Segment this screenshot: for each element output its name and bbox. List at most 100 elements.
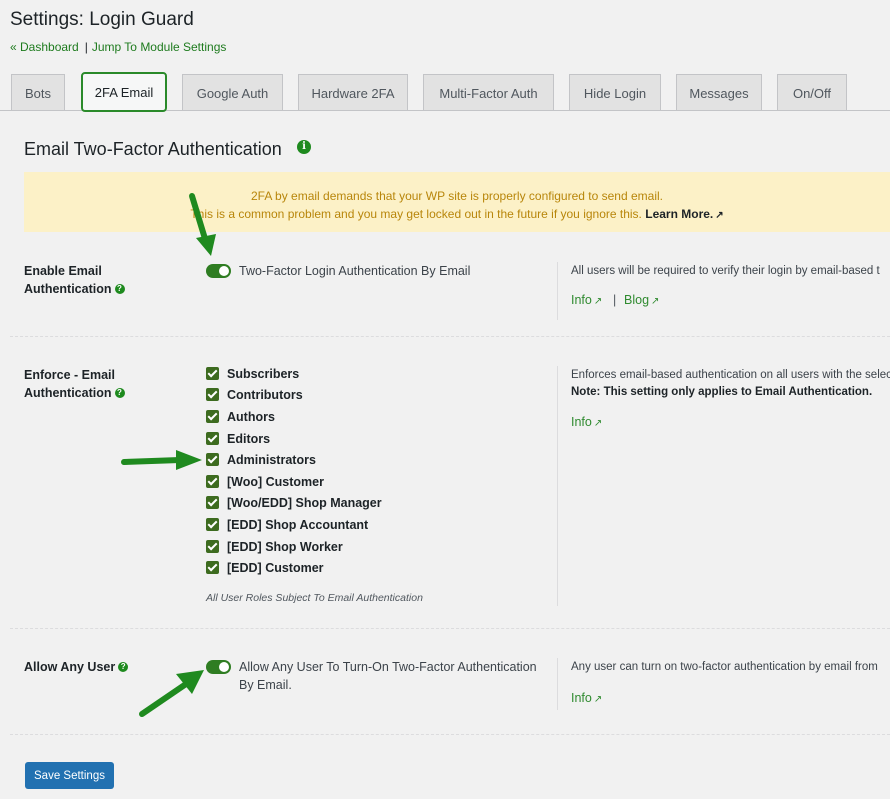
tab-bots[interactable]: Bots [11, 74, 65, 110]
role-label: [EDD] Shop Accountant [227, 518, 369, 532]
info-link-label: Info [571, 293, 592, 307]
option-line-2: By Email. [239, 678, 292, 692]
link-separator: | [613, 293, 617, 307]
breadcrumb-separator: | [84, 40, 88, 54]
role-contributors[interactable]: Contributors [206, 388, 303, 404]
help-icon[interactable]: ? [114, 388, 125, 398]
tab-hardware-2fa[interactable]: Hardware 2FA [298, 74, 408, 110]
checkbox[interactable] [206, 410, 219, 423]
enforce-hint: All User Roles Subject To Email Authenti… [206, 592, 423, 604]
role-authors[interactable]: Authors [206, 410, 275, 426]
toggle-knob [219, 662, 229, 672]
label-line-1: Enforce - Email [24, 368, 115, 382]
breadcrumb-module-settings-link[interactable]: Jump To Module Settings [92, 40, 227, 54]
enforce-note: Note: This setting only applies to Email… [571, 383, 872, 401]
external-link-icon: ↗ [593, 694, 603, 705]
section-title: Email Two-Factor Authentication [24, 139, 282, 159]
option-line-1: Allow Any User To Turn-On Two-Factor Aut… [239, 660, 537, 674]
info-link-label: Info [571, 415, 592, 429]
page-title: Settings: Login Guard [10, 9, 194, 30]
help-icon[interactable]: ? [114, 284, 125, 294]
checkbox[interactable] [206, 367, 219, 380]
allow-any-info-link[interactable]: Info ↗ [571, 691, 602, 705]
role-label: [Woo] Customer [227, 475, 324, 489]
column-divider [557, 366, 558, 606]
label-line-2: Authentication? [24, 280, 125, 298]
notice-line-1: 2FA by email demands that your WP site i… [251, 189, 663, 203]
external-link-icon: ↗ [593, 296, 603, 307]
checkbox[interactable] [206, 561, 219, 574]
role-editors[interactable]: Editors [206, 432, 270, 448]
column-divider [557, 658, 558, 710]
tab-bar: Bots 2FA Email Google Auth Hardware 2FA … [11, 72, 890, 112]
role-label: Administrators [227, 453, 316, 467]
section-divider [10, 628, 890, 629]
role-shop-accountant[interactable]: [EDD] Shop Accountant [206, 518, 368, 534]
allow-any-user-label-text: Allow Any User [24, 660, 116, 674]
blog-link-label: Blog [624, 293, 650, 307]
role-label: Editors [227, 432, 271, 446]
allow-any-user-option[interactable]: Allow Any User To Turn-On Two-Factor Aut… [239, 658, 537, 694]
role-label: Contributors [227, 388, 303, 402]
label-line-1: Enable Email [24, 264, 102, 278]
enforce-info-link[interactable]: Info ↗ [571, 415, 602, 429]
tab-hide-login[interactable]: Hide Login [569, 74, 661, 110]
info-link-label: Info [571, 691, 592, 705]
label-line-2: Authentication? [24, 384, 125, 402]
section-divider [10, 734, 890, 735]
enforce-note-text: Note: This setting only applies to Email… [571, 386, 873, 398]
role-label: Authors [227, 410, 275, 424]
tab-on-off[interactable]: On/Off [777, 74, 847, 110]
toggle-knob [219, 266, 229, 276]
notice-line-2-text: This is a common problem and you may get… [190, 207, 642, 221]
tab-google-auth[interactable]: Google Auth [182, 74, 283, 110]
column-divider [557, 262, 558, 320]
arrow-annotation-icon [189, 193, 216, 256]
role-shop-worker[interactable]: [EDD] Shop Worker [206, 540, 343, 556]
tab-multi-factor-auth[interactable]: Multi-Factor Auth [423, 74, 554, 110]
breadcrumb-dashboard-link[interactable]: « Dashboard [10, 40, 79, 54]
learn-more-link[interactable]: Learn More. ↗ [645, 207, 723, 221]
allow-any-user-description: Any user can turn on two-factor authenti… [571, 661, 878, 673]
enable-blog-link[interactable]: Blog ↗ [624, 293, 659, 307]
allow-any-user-label: Allow Any User? [24, 658, 129, 676]
enable-email-auth-label: Enable Email Authentication? [24, 262, 125, 298]
enable-info-link[interactable]: Info ↗ [571, 293, 602, 307]
enforce-email-auth-label: Enforce - Email Authentication? [24, 366, 125, 402]
role-subscribers[interactable]: Subscribers [206, 367, 299, 383]
checkbox[interactable] [206, 388, 219, 401]
role-shop-manager[interactable]: [Woo/EDD] Shop Manager [206, 496, 382, 512]
role-label: [EDD] Shop Worker [227, 540, 343, 554]
external-link-icon: ↗ [651, 296, 660, 307]
checkbox[interactable] [206, 432, 219, 445]
info-icon[interactable]: i [297, 140, 311, 154]
external-link-icon: ↗ [715, 210, 724, 221]
warning-notice: 2FA by email demands that your WP site i… [24, 172, 890, 232]
save-settings-button[interactable]: Save Settings [25, 762, 114, 789]
enable-email-auth-option[interactable]: Two-Factor Login Authentication By Email [239, 262, 470, 280]
enable-email-auth-description: All users will be required to verify the… [571, 265, 880, 277]
help-icon[interactable]: ? [118, 662, 129, 672]
tab-messages[interactable]: Messages [676, 74, 762, 110]
tab-2fa-email[interactable]: 2FA Email [81, 72, 167, 112]
enable-email-auth-toggle[interactable] [206, 264, 231, 278]
allow-any-user-toggle[interactable] [206, 660, 231, 674]
learn-more-label: Learn More. [645, 207, 714, 221]
role-label: Subscribers [227, 367, 300, 381]
breadcrumb: « Dashboard | Jump To Module Settings [10, 40, 226, 54]
checkbox[interactable] [206, 475, 219, 488]
role-woo-customer[interactable]: [Woo] Customer [206, 475, 324, 491]
arrow-annotation-icon [121, 450, 202, 470]
arrow-annotation-icon [139, 670, 204, 717]
label-line-2-text: Authentication [24, 282, 112, 296]
label-line-2-text: Authentication [24, 386, 112, 400]
enforce-description: Enforces email-based authentication on a… [571, 369, 890, 381]
checkbox[interactable] [206, 540, 219, 553]
role-label: [EDD] Customer [227, 561, 324, 575]
role-edd-customer[interactable]: [EDD] Customer [206, 561, 324, 577]
checkbox[interactable] [206, 453, 219, 466]
role-administrators[interactable]: Administrators [206, 453, 316, 469]
checkbox[interactable] [206, 518, 219, 531]
section-divider [10, 336, 890, 337]
checkbox[interactable] [206, 496, 219, 509]
